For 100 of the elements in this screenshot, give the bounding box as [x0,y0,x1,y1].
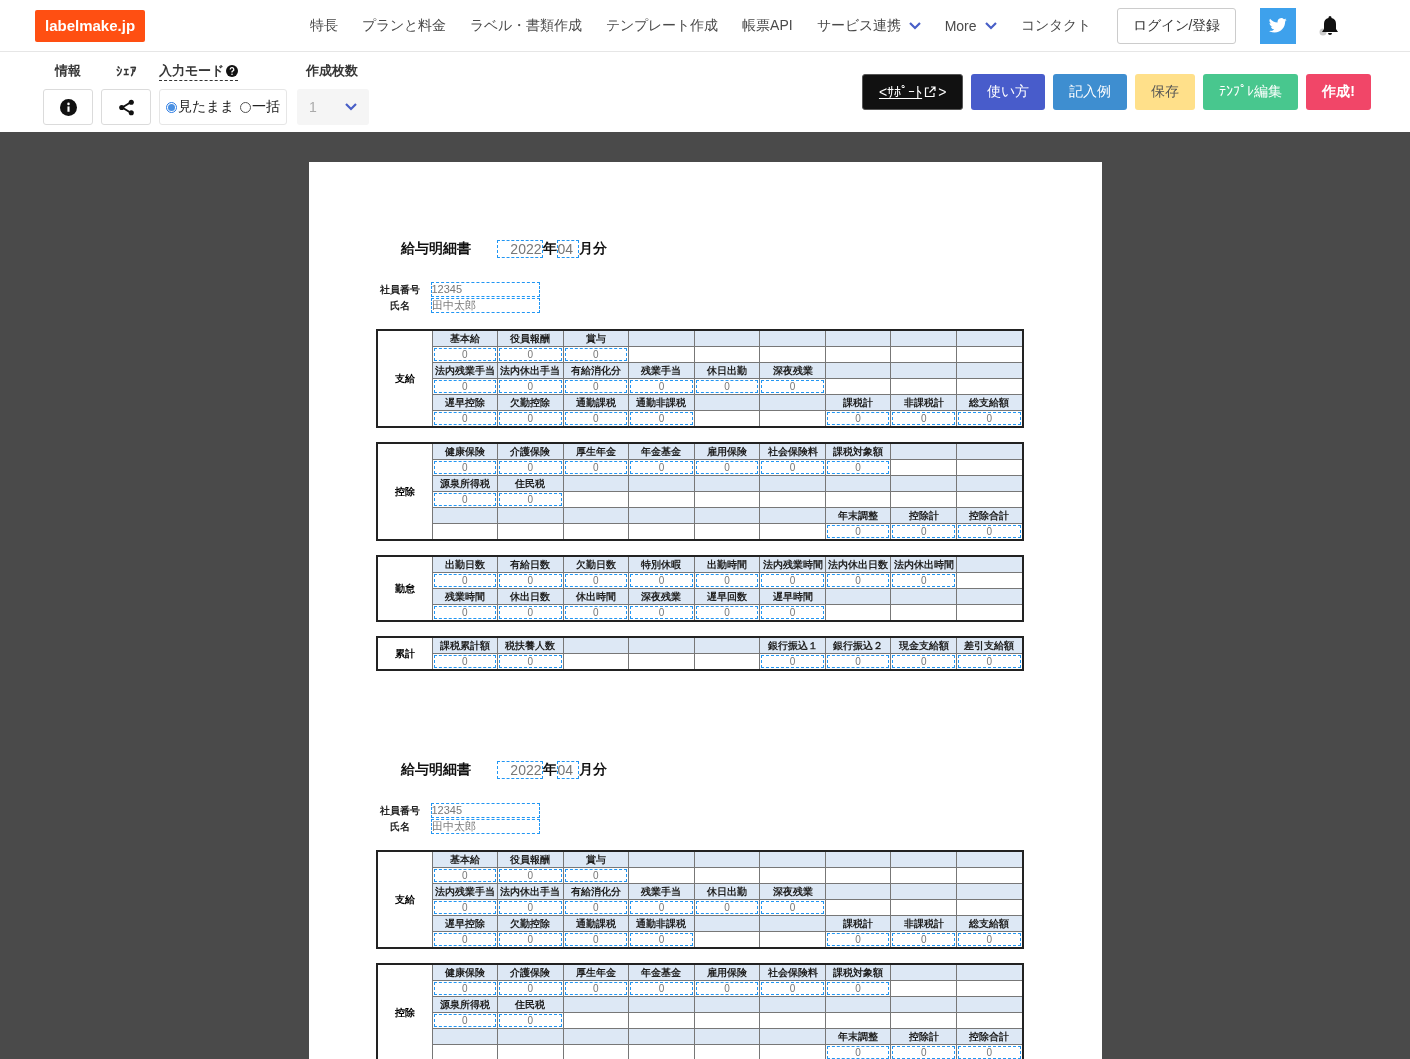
nav-link[interactable]: ラベル・書類作成 [470,16,583,35]
input-field[interactable]: 0 [433,461,497,474]
save-button[interactable]: 保存 [1135,74,1196,110]
input-field[interactable]: 0 [433,1014,497,1027]
nav-link[interactable]: More [944,17,997,34]
input-field[interactable]: 0 [826,461,890,474]
input-field[interactable]: 0 [892,1046,955,1059]
input-field[interactable]: 0 [695,606,759,619]
input-field[interactable]: 0 [564,933,628,946]
input-field[interactable]: 0 [564,348,628,361]
input-field[interactable]: 0 [499,901,562,914]
input-field[interactable]: 0 [499,982,562,995]
input-field[interactable]: 0 [433,493,497,506]
input-field[interactable]: 0 [761,380,824,393]
input-field[interactable]: 0 [957,933,1021,946]
input-field[interactable]: 0 [433,869,497,882]
year-field[interactable]: 2022 [496,761,543,779]
input-field[interactable]: 0 [826,574,890,587]
input-field[interactable]: 0 [761,901,824,914]
input-field[interactable]: 0 [499,461,562,474]
input-field[interactable]: 田中太郎 [430,819,540,834]
input-field[interactable]: 0 [892,525,955,538]
input-field[interactable]: 0 [564,606,628,619]
input-field[interactable]: 0 [892,412,955,425]
input-field[interactable]: 0 [564,869,628,882]
input-field[interactable]: 0 [957,1046,1021,1059]
nav-link[interactable]: テンプレート作成 [606,16,719,35]
input-field[interactable]: 0 [499,493,562,506]
input-field[interactable]: 0 [892,933,955,946]
input-field[interactable]: 0 [630,574,693,587]
input-field[interactable]: 0 [499,933,562,946]
input-field[interactable]: 0 [761,655,824,668]
input-field[interactable]: 0 [564,412,628,425]
login-button[interactable]: ログイン/登録 [1116,7,1237,44]
month-field[interactable]: 04 [556,240,579,258]
support-button[interactable]: <ｻﾎﾟｰﾄ > [861,74,964,110]
nav-link[interactable]: 特長 [310,16,339,35]
input-field[interactable]: 0 [826,1046,890,1059]
input-field[interactable]: 0 [761,606,824,619]
input-field[interactable]: 0 [957,412,1021,425]
input-field[interactable]: 0 [433,606,497,619]
input-field[interactable]: 0 [630,606,693,619]
input-field[interactable]: 0 [433,982,497,995]
input-field[interactable]: 0 [499,412,562,425]
input-field[interactable]: 0 [564,461,628,474]
input-field[interactable]: 0 [826,655,890,668]
input-field[interactable]: 0 [695,461,759,474]
year-field[interactable]: 2022 [496,240,543,258]
input-field[interactable]: 12345 [430,803,540,818]
input-field[interactable]: 0 [761,574,824,587]
input-field[interactable]: 12345 [430,282,540,297]
input-field[interactable]: 0 [695,982,759,995]
input-field[interactable]: 0 [892,655,955,668]
logo[interactable]: labelmake.jp [35,9,146,42]
input-field[interactable]: 0 [695,380,759,393]
input-field[interactable]: 0 [957,655,1021,668]
help-icon[interactable] [226,64,238,77]
input-field[interactable]: 0 [499,574,562,587]
share-button[interactable] [101,89,151,125]
input-field[interactable]: 0 [630,461,693,474]
input-field[interactable]: 0 [564,901,628,914]
radio-option[interactable]: 見たまま [166,98,234,116]
input-field[interactable]: 0 [630,933,693,946]
input-field[interactable]: 田中太郎 [430,298,540,313]
example-button[interactable]: 記入例 [1053,74,1128,110]
input-field[interactable]: 0 [630,901,693,914]
input-field[interactable]: 0 [761,982,824,995]
input-field[interactable]: 0 [433,380,497,393]
input-field[interactable]: 0 [826,412,890,425]
input-field[interactable]: 0 [630,380,693,393]
info-button[interactable] [43,89,93,125]
input-field[interactable]: 0 [499,380,562,393]
input-field[interactable]: 0 [695,901,759,914]
input-field[interactable]: 0 [695,574,759,587]
nav-link[interactable]: コンタクト [1020,16,1091,35]
month-field[interactable]: 04 [556,761,579,779]
input-field[interactable]: 0 [564,380,628,393]
input-field[interactable]: 0 [892,574,955,587]
input-field[interactable]: 0 [499,606,562,619]
nav-link[interactable]: プランと料金 [362,16,447,35]
twitter-button[interactable] [1260,7,1297,44]
input-field[interactable]: 0 [564,982,628,995]
how-to-button[interactable]: 使い方 [971,74,1046,110]
input-field[interactable]: 0 [433,412,497,425]
input-field[interactable]: 0 [433,655,497,668]
input-field[interactable]: 0 [433,933,497,946]
input-field[interactable]: 0 [826,933,890,946]
input-field[interactable]: 0 [761,461,824,474]
input-field[interactable]: 0 [630,412,693,425]
input-field[interactable]: 0 [957,525,1021,538]
input-field[interactable]: 0 [630,982,693,995]
input-field[interactable]: 0 [564,574,628,587]
nav-link[interactable]: サービス連携 [816,16,921,35]
input-field[interactable]: 0 [433,901,497,914]
input-field[interactable]: 0 [499,869,562,882]
input-field[interactable]: 0 [499,1014,562,1027]
input-field[interactable]: 0 [499,348,562,361]
input-field[interactable]: 0 [433,574,497,587]
input-field[interactable]: 0 [826,525,890,538]
radio-option[interactable]: 一括 [240,98,280,116]
